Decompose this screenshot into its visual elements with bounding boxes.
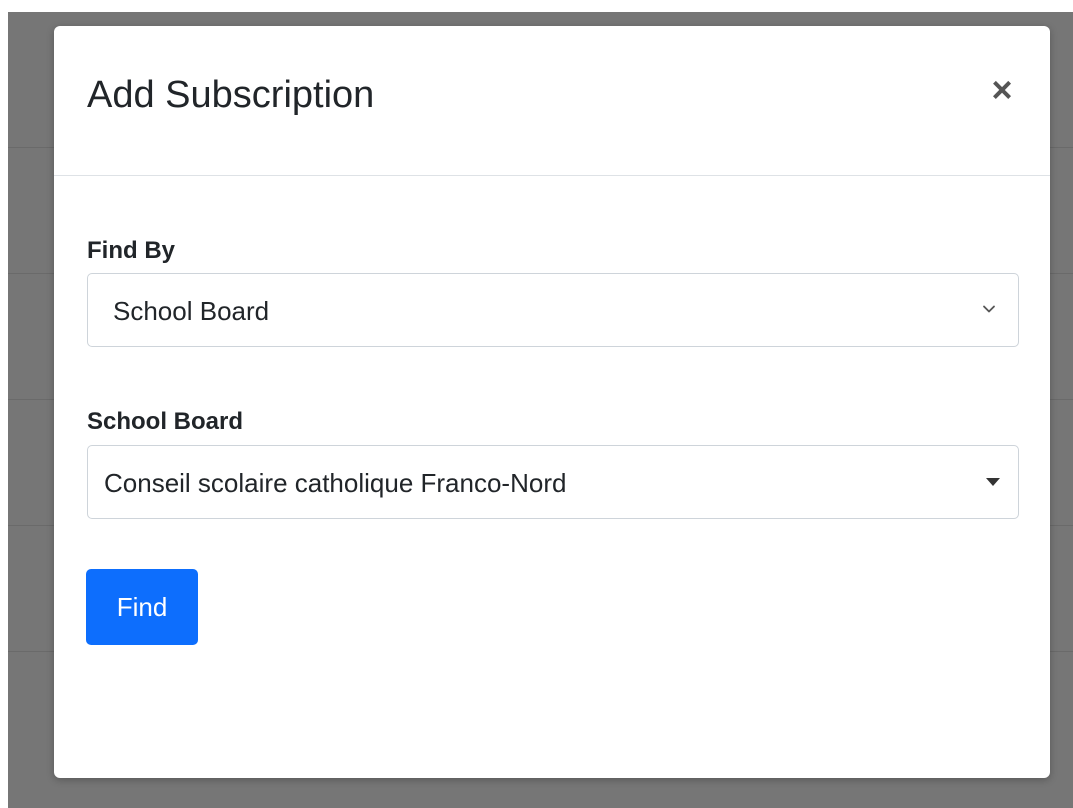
modal-header: Add Subscription × xyxy=(54,26,1050,176)
page-left-edge xyxy=(0,0,8,808)
school-board-selected-value: Conseil scolaire catholique Franco-Nord xyxy=(104,468,567,498)
modal-title: Add Subscription xyxy=(87,74,375,116)
close-button[interactable]: × xyxy=(982,70,1022,110)
find-by-label: Find By xyxy=(87,237,175,264)
add-subscription-dialog: Add Subscription × Find By School Board … xyxy=(54,26,1050,778)
find-by-selected-value: School Board xyxy=(113,296,270,326)
find-button[interactable]: Find xyxy=(86,569,198,645)
chevron-down-icon xyxy=(983,305,995,313)
school-board-label: School Board xyxy=(87,408,244,435)
find-by-select[interactable]: School Board xyxy=(87,273,1019,347)
page-top-edge xyxy=(0,0,1073,12)
close-icon: × xyxy=(991,69,1013,110)
school-board-select[interactable]: Conseil scolaire catholique Franco-Nord xyxy=(87,445,1019,519)
caret-down-icon xyxy=(986,478,1000,486)
